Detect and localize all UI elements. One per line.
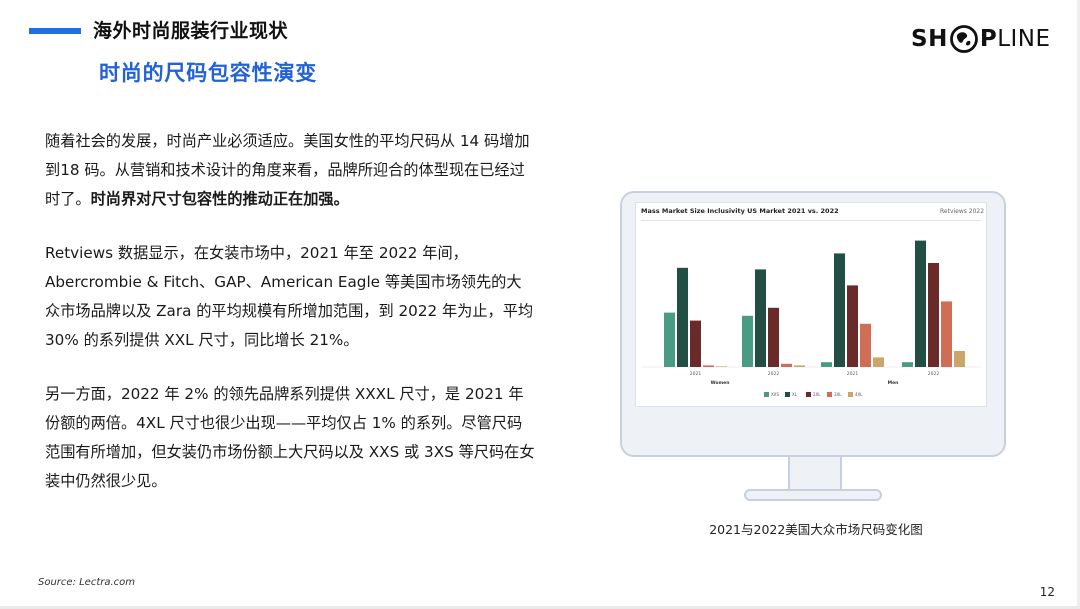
bar-xxs-men-2022 xyxy=(902,362,913,367)
x-tick-label: 2022 xyxy=(928,371,940,377)
bar-xl-women-2022 xyxy=(755,269,766,367)
bar-2xl-men-2022 xyxy=(928,263,939,367)
bar-4xl-women-2022 xyxy=(794,365,805,367)
bar-2xl-women-2021 xyxy=(690,320,701,367)
bar-4xl-men-2021 xyxy=(873,357,884,367)
legend-swatch xyxy=(848,392,853,397)
bar-xxs-women-2021 xyxy=(664,312,675,367)
chart-caption: 2021与2022美国大众市场尺码变化图 xyxy=(709,522,923,537)
legend-label: 3XL xyxy=(834,392,842,397)
bar-xxs-women-2022 xyxy=(742,315,753,367)
legend-swatch xyxy=(806,392,811,397)
x-tick-label: 2021 xyxy=(690,371,702,377)
group-label: Women xyxy=(711,380,730,386)
x-tick-label: 2021 xyxy=(847,371,859,377)
bar-4xl-women-2021 xyxy=(716,366,727,367)
bar-2xl-women-2022 xyxy=(768,307,779,367)
legend-label: XXS xyxy=(771,392,779,397)
legend-swatch xyxy=(764,392,769,397)
bar-3xl-men-2022 xyxy=(941,301,952,367)
bar-4xl-men-2022 xyxy=(954,351,965,367)
bar-xxs-men-2021 xyxy=(821,362,832,367)
bar-xl-women-2021 xyxy=(677,267,688,367)
bar-3xl-men-2021 xyxy=(860,323,871,367)
bar-xl-men-2022 xyxy=(915,240,926,367)
legend-label: 2XL xyxy=(813,392,821,397)
legend-label: 4XL xyxy=(855,392,863,397)
x-tick-label: 2022 xyxy=(768,371,780,377)
legend-swatch xyxy=(785,392,790,397)
bar-3xl-women-2021 xyxy=(703,365,714,367)
bar-3xl-women-2022 xyxy=(781,363,792,367)
bar-xl-men-2021 xyxy=(834,253,845,367)
bar-chart: 2021 2022 2021 2022 Women Men XXS XL 2XL 3XL 4XL xyxy=(641,240,981,397)
bar-2xl-men-2021 xyxy=(847,285,858,367)
group-label: Men xyxy=(888,380,899,386)
legend-label: XL xyxy=(792,392,798,397)
legend-swatch xyxy=(827,392,832,397)
